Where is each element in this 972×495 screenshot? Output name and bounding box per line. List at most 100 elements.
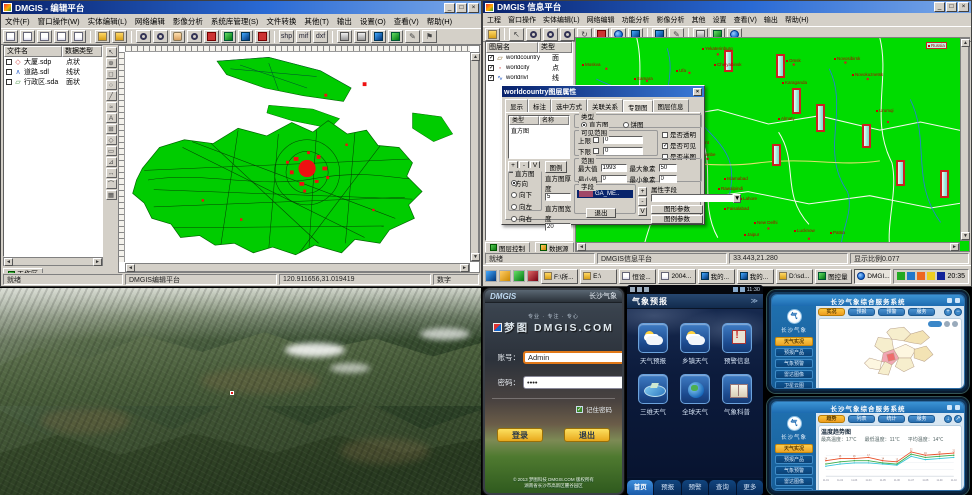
lower-input[interactable] [603,147,643,155]
menu-project[interactable]: 工程 [487,15,501,25]
tab-service[interactable]: 服务 [908,415,935,423]
minpx-input[interactable] [659,175,677,183]
sidebar-item-forecast[interactable]: 预报产品 [775,455,813,464]
attr-dropdown-icon[interactable]: ▼ [733,194,741,203]
menu-tile-warning[interactable]: 预警信息 [719,323,755,365]
sidebar-item-satellite[interactable]: 卫星云图 [775,381,813,389]
upper-checkbox[interactable] [593,137,599,143]
nav-forecast[interactable]: 预报 [654,480,680,495]
field-remove-button[interactable]: - [638,197,647,206]
shanghai-map[interactable] [125,52,470,262]
pointer-icon[interactable]: ↖ [509,28,524,41]
open-icon[interactable] [20,30,35,43]
print-icon[interactable] [337,30,352,43]
shp-icon[interactable]: shp [279,30,294,43]
grid-cells-icon[interactable]: ⊞ [106,124,117,134]
layer-checkbox[interactable] [6,79,12,85]
settings-icon[interactable] [955,298,960,303]
sidebar-item-forecast[interactable]: 预报产品 [775,348,813,357]
menu-other[interactable]: 其他(T) [304,16,329,27]
field-add-button[interactable]: + [638,187,647,196]
panel-hscrollbar[interactable]: ◄► [3,257,103,266]
tab-forecast[interactable]: 预报 [848,308,875,316]
selected-field[interactable]: GA_ME.. [595,191,619,197]
zoom-in-icon[interactable] [526,28,541,41]
editor-map-area[interactable]: ◄► ▲▼ [118,45,480,273]
zoom-window-icon[interactable] [560,28,575,41]
sidebar-item-warning[interactable]: 气象预警 [775,466,813,475]
layer-checkbox[interactable]: ✓ [488,65,494,71]
tray-icon[interactable] [897,272,905,280]
nav-warning[interactable]: 预警 [682,480,708,495]
menu-tile-township[interactable]: 乡镇天气 [677,323,713,365]
line-icon[interactable]: ╱ [106,91,117,101]
layer-row[interactable]: ✓ ◦ worldcity 点 [486,63,572,73]
menu-view[interactable]: 查看(V) [734,15,757,25]
tray-icon[interactable] [907,272,915,280]
taskbar-task[interactable]: 图控量 [815,269,852,284]
split-icon[interactable]: ⊿ [106,157,117,167]
add-point-icon[interactable]: ⊕ [106,58,117,68]
minimize-button[interactable]: _ [444,3,455,13]
layer-checkbox[interactable]: ✓ [488,75,494,81]
mif-icon[interactable]: mif [296,30,311,43]
attr-field-select[interactable] [651,194,733,202]
select-icon[interactable] [187,30,202,43]
radio-pie[interactable] [623,122,629,128]
grid-icon[interactable] [238,30,253,43]
graphic-params-button[interactable]: 图形参数 [651,205,703,214]
tray-icon[interactable] [927,272,935,280]
minimize-button[interactable]: _ [934,2,945,12]
max-input[interactable] [601,164,627,172]
barwidth-input[interactable] [545,223,571,231]
menu-entity-edit[interactable]: 实体编辑(L) [543,15,580,25]
save-icon[interactable] [37,30,52,43]
layer-row[interactable]: ✓ ∿ worldrivl 线 [486,73,572,83]
message-icon[interactable] [947,298,952,303]
taskbar-task[interactable]: F:\所... [541,269,578,284]
menu-tile-science[interactable]: 气象科普 [719,374,755,416]
zoom-in-icon[interactable] [136,30,151,43]
maxpx-input[interactable] [659,164,677,172]
tab-display[interactable]: 显示 [505,99,528,112]
list-row-histogram[interactable]: 直方图 [509,125,569,136]
remember-checkbox[interactable]: ✓ [576,406,583,413]
dialog-titlebar[interactable]: worldcountry图层属性 × [502,86,704,97]
dxf-icon[interactable]: dxf [313,30,328,43]
menu-help[interactable]: 帮助(H) [427,16,452,27]
circle-icon[interactable]: ○ [106,80,117,90]
tray-icon[interactable] [917,272,925,280]
account-input[interactable] [523,351,624,364]
pan-icon[interactable] [170,30,185,43]
locate-icon[interactable] [944,321,950,327]
maximize-button[interactable]: □ [456,3,467,13]
refresh-icon[interactable] [952,321,958,327]
menu-network-edit[interactable]: 网络编辑 [135,16,165,27]
menu-function-analysis[interactable]: 功能分析 [622,15,650,25]
measure-icon[interactable]: ✎ [405,30,420,43]
map-vscrollbar[interactable]: ▲▼ [960,38,969,241]
menu-settings[interactable]: 设置 [713,15,727,25]
maximize-button[interactable]: □ [946,2,957,12]
sidebar-item-warning[interactable]: 气象预警 [775,359,813,368]
rect-icon[interactable]: ◻ [106,69,117,79]
legend-button[interactable]: 图例 [545,161,567,173]
layer-properties-dialog[interactable]: worldcountry图层属性 × 显示 标注 选中方式 关联关系 专题图 图… [501,85,705,225]
layer-row[interactable]: ∧ 道路.sdl 线状 [4,67,102,77]
cursor-icon[interactable]: ↖ [106,47,117,57]
taskbar-task[interactable]: 我的... [737,269,774,284]
menu-other[interactable]: 其他 [692,15,706,25]
lower-checkbox[interactable] [593,148,599,154]
sidebar-item-radar[interactable]: 雷达图像 [775,477,813,486]
polygon-icon[interactable]: ▭ [106,146,117,156]
quicklaunch-media-icon[interactable] [527,270,539,282]
menu-tile-global[interactable]: 全球天气 [677,374,713,416]
layer-checkbox[interactable] [6,69,12,75]
menu-window[interactable]: 窗口操作(W) [38,16,80,27]
min-input[interactable] [601,175,627,183]
zoom-out-icon[interactable] [543,28,558,41]
tab-warning[interactable]: 预警 [878,308,905,316]
message-icon[interactable] [947,405,952,410]
tab-layerinfo[interactable]: 图层信息 [653,99,689,112]
tab-trend[interactable]: 趋势 [818,415,845,423]
